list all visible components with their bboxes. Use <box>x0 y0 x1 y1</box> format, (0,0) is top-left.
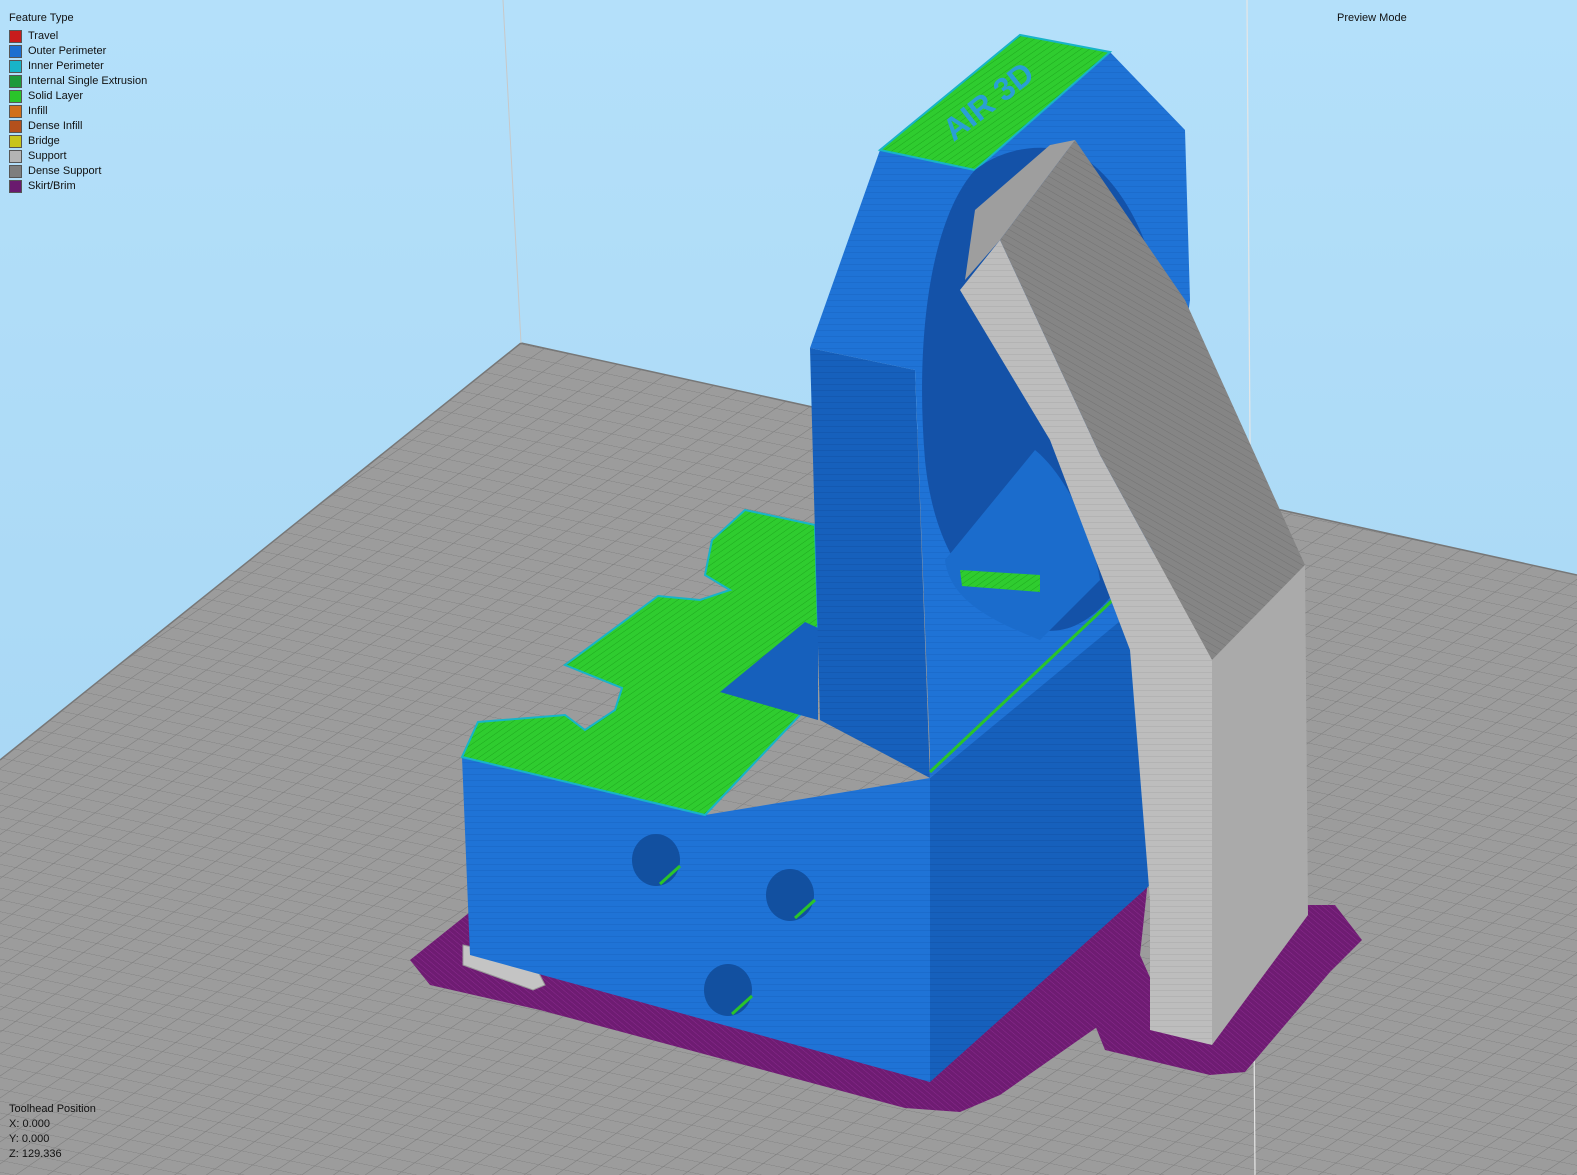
legend-label: Support <box>28 150 67 162</box>
legend-label: Inner Perimeter <box>28 60 104 72</box>
preview-mode-label: Preview Mode <box>1337 12 1407 24</box>
legend-label: Outer Perimeter <box>28 45 107 57</box>
front-hole-2 <box>766 869 814 921</box>
legend-label: Dense Infill <box>28 120 83 132</box>
front-hole-3 <box>704 964 752 1016</box>
legend-swatch-dense-infill <box>9 120 22 133</box>
legend-item-skirt-brim: Skirt/Brim <box>9 179 147 194</box>
feature-type-legend: Feature Type Travel Outer Perimeter Inne… <box>9 11 147 194</box>
legend-item-outer-perimeter: Outer Perimeter <box>9 44 147 59</box>
legend-label: Internal Single Extrusion <box>28 75 148 87</box>
preview-scene[interactable]: AIR 3D <box>0 0 1577 1175</box>
legend-item-bridge: Bridge <box>9 134 147 149</box>
legend-swatch-travel <box>9 30 22 43</box>
ring-arch-front-face <box>810 348 930 778</box>
legend-item-inner-perimeter: Inner Perimeter <box>9 59 147 74</box>
legend-item-solid-layer: Solid Layer <box>9 89 147 104</box>
legend-swatch-solid-layer <box>9 90 22 103</box>
legend-swatch-dense-support <box>9 165 22 178</box>
toolhead-y: Y: 0.000 <box>9 1133 50 1145</box>
legend-swatch-infill <box>9 105 22 118</box>
legend-item-dense-support: Dense Support <box>9 164 147 179</box>
legend-label: Dense Support <box>28 165 102 177</box>
legend-item-internal-single-extrusion: Internal Single Extrusion <box>9 74 147 89</box>
legend-label: Infill <box>28 105 48 117</box>
legend-item-dense-infill: Dense Infill <box>9 119 147 134</box>
toolhead-position-panel: Toolhead Position X: 0.000 Y: 0.000 Z: 1… <box>9 1102 96 1162</box>
legend-swatch-inner-perimeter <box>9 60 22 73</box>
toolhead-x: X: 0.000 <box>9 1118 50 1130</box>
toolhead-title: Toolhead Position <box>9 1103 96 1115</box>
legend-swatch-skirt-brim <box>9 180 22 193</box>
legend-label: Bridge <box>28 135 60 147</box>
legend-item-support: Support <box>9 149 147 164</box>
legend-label: Skirt/Brim <box>28 180 76 192</box>
legend-swatch-bridge <box>9 135 22 148</box>
legend-label: Solid Layer <box>28 90 84 102</box>
legend-item-travel: Travel <box>9 29 147 44</box>
legend-swatch-outer-perimeter <box>9 45 22 58</box>
legend-label: Travel <box>28 30 59 42</box>
legend-swatch-internal-single-extrusion <box>9 75 22 88</box>
toolhead-z: Z: 129.336 <box>9 1148 62 1160</box>
legend-swatch-support <box>9 150 22 163</box>
3d-preview-viewport[interactable]: AIR 3D Feature Type Travel Outer Perimet… <box>0 0 1577 1175</box>
front-hole-1 <box>632 834 680 886</box>
legend-title: Feature Type <box>9 12 74 24</box>
legend-item-infill: Infill <box>9 104 147 119</box>
